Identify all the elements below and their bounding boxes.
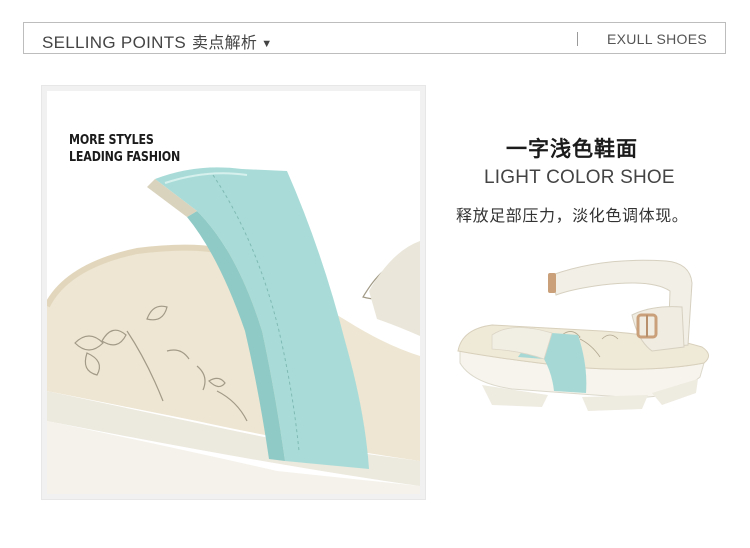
closeup-slogan: MORE STYLES LEADING FASHION xyxy=(69,132,180,166)
closeup-photo: MORE STYLES LEADING FASHION xyxy=(47,91,420,494)
slogan-line-2: LEADING FASHION xyxy=(69,149,181,165)
section-title: SELLING POINTS 卖点解析 ▼ xyxy=(42,29,272,53)
feature-title-en: LIGHT COLOR SHOE xyxy=(484,167,675,188)
header-divider xyxy=(577,32,578,46)
closeup-photo-frame: MORE STYLES LEADING FASHION xyxy=(41,85,426,500)
brand-name: EXULL SHOES xyxy=(606,31,707,47)
feature-description: 释放足部压力，淡化色调体现。 xyxy=(456,206,689,225)
dropdown-arrow-icon: ▼ xyxy=(261,38,273,50)
section-title-en: SELLING POINTS xyxy=(42,33,187,52)
feature-title-cn: 一字浅色鞋面 xyxy=(506,137,638,161)
sandal-product-image xyxy=(457,259,709,411)
slogan-line-1: MORE STYLES xyxy=(69,132,154,148)
section-title-cn: 卖点解析 xyxy=(192,33,258,52)
section-header: SELLING POINTS 卖点解析 ▼ EXULL SHOES xyxy=(23,22,726,54)
